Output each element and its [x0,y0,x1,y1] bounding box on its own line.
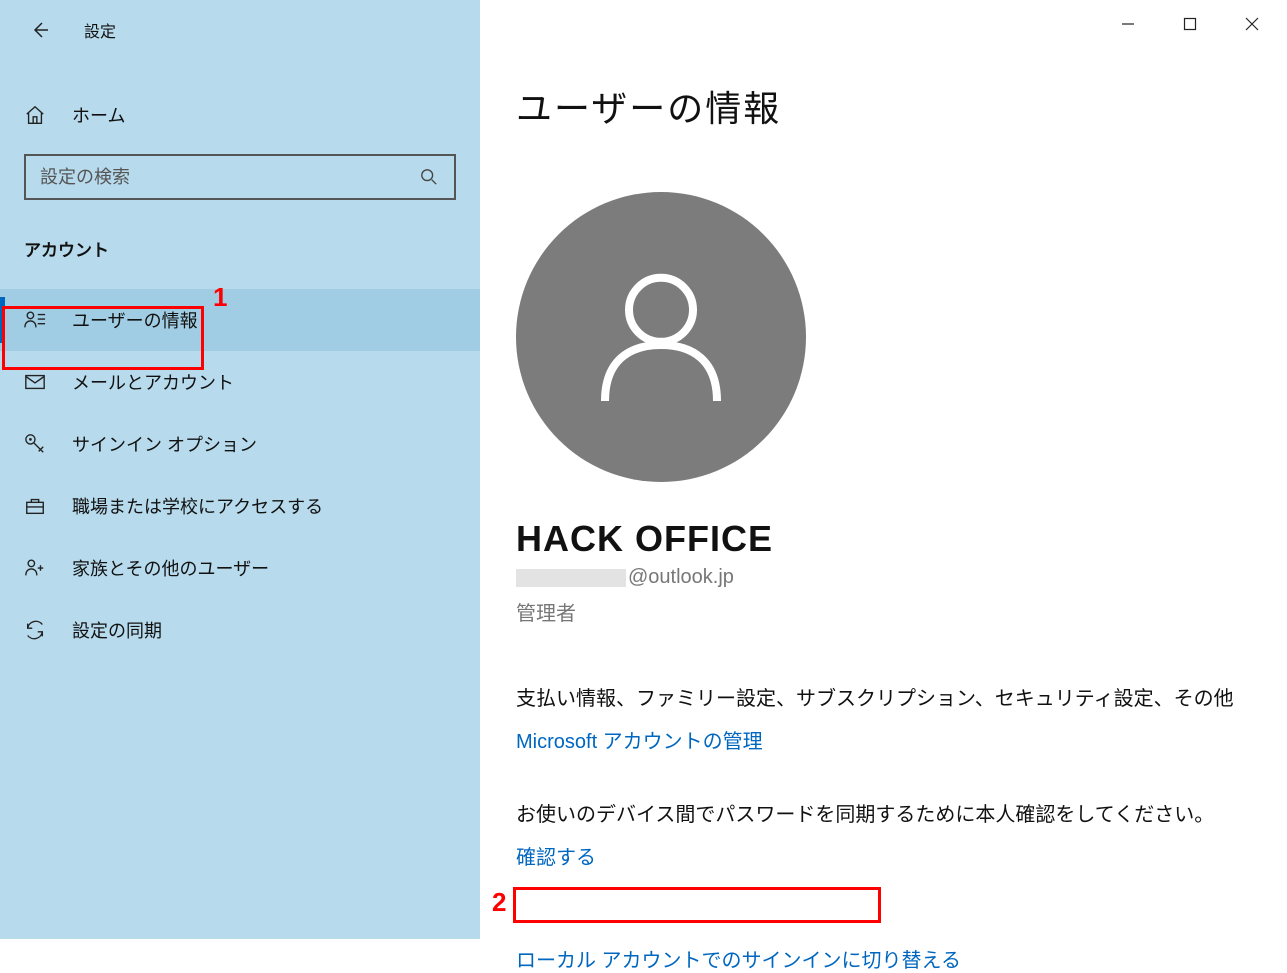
home-icon [24,104,48,126]
sidebar-item-label: サインイン オプション [72,431,257,457]
user-role: 管理者 [516,597,1287,626]
titlebar: 設定 [0,10,480,50]
sidebar-item-label: 設定の同期 [72,617,162,643]
window-controls [1097,4,1283,44]
sidebar-item-label: 家族とその他のユーザー [72,555,269,581]
briefcase-icon [24,495,48,517]
minimize-icon [1121,17,1135,31]
sidebar: 設定 ホーム アカウント ユーザーの情報 メールとアカウント [0,0,480,939]
close-icon [1245,17,1259,31]
manage-account-link[interactable]: Microsoft アカウントの管理 [516,725,763,754]
user-name: HACK OFFICE [516,518,1287,560]
user-detail-icon [24,309,48,331]
close-button[interactable] [1221,4,1283,44]
annotation-label-2: 2 [492,887,506,918]
account-info-text: 支払い情報、ファミリー設定、サブスクリプション、セキュリティ設定、その他 [516,682,1287,711]
nav-list: ユーザーの情報 メールとアカウント サインイン オプション 職場または学校にアク… [0,289,480,661]
sidebar-item-label: ユーザーの情報 [72,307,198,333]
back-arrow-icon [30,20,50,40]
avatar [516,192,806,482]
section-header: アカウント [0,236,480,261]
annotation-label-1: 1 [213,282,227,313]
sidebar-item-email-accounts[interactable]: メールとアカウント [0,351,480,413]
email-suffix: @outlook.jp [628,566,734,589]
back-button[interactable] [20,10,60,50]
search-icon [420,168,440,186]
verify-link[interactable]: 確認する [516,841,596,870]
page-title: ユーザーの情報 [516,80,1287,132]
avatar-person-icon [581,257,741,417]
local-account-link[interactable]: ローカル アカウントでのサインインに切り替える [516,944,961,973]
search-box[interactable] [24,154,456,200]
home-label: ホーム [72,102,125,128]
mail-icon [24,371,48,393]
sidebar-item-label: 職場または学校にアクセスする [72,493,323,519]
user-email: @outlook.jp [516,566,1287,589]
window-title: 設定 [84,18,116,42]
family-icon [24,557,48,579]
sidebar-item-sync[interactable]: 設定の同期 [0,599,480,661]
home-nav[interactable]: ホーム [0,90,480,140]
verify-info-text: お使いのデバイス間でパスワードを同期するために本人確認をしてください。 [516,798,1287,827]
minimize-button[interactable] [1097,4,1159,44]
sidebar-item-signin-options[interactable]: サインイン オプション [0,413,480,475]
sidebar-item-work-school[interactable]: 職場または学校にアクセスする [0,475,480,537]
content-area: ユーザーの情報 HACK OFFICE @outlook.jp 管理者 支払い情… [480,0,1287,939]
sidebar-item-label: メールとアカウント [72,369,234,395]
key-icon [24,433,48,455]
search-input[interactable] [40,167,420,188]
maximize-button[interactable] [1159,4,1221,44]
maximize-icon [1183,17,1197,31]
sidebar-item-family-users[interactable]: 家族とその他のユーザー [0,537,480,599]
email-redacted [516,569,626,587]
sync-icon [24,619,48,641]
sidebar-item-user-info[interactable]: ユーザーの情報 [0,289,480,351]
